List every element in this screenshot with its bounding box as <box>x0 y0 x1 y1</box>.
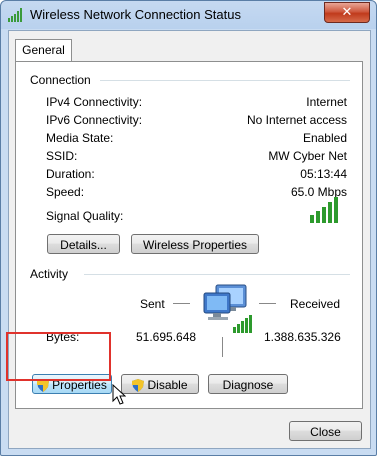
bytes-divider <box>222 337 223 357</box>
media-state-value: Enabled <box>302 131 347 145</box>
sent-connector <box>173 303 190 304</box>
sent-label: Sent <box>140 297 165 311</box>
signal-quality-label: Signal Quality: <box>46 209 124 223</box>
signal-quality-icon <box>310 197 338 223</box>
uac-shield-icon <box>132 379 145 393</box>
wifi-signal-icon <box>8 8 22 22</box>
details-button[interactable]: Details... <box>47 234 120 254</box>
title-bar[interactable]: Wireless Network Connection Status ✕ <box>1 1 376 29</box>
wireless-properties-button[interactable]: Wireless Properties <box>131 234 259 254</box>
highlight-box <box>6 332 111 381</box>
window-title: Wireless Network Connection Status <box>30 7 241 22</box>
received-label: Received <box>290 297 341 311</box>
media-state-label: Media State: <box>46 131 114 145</box>
activity-group-label: Activity <box>30 267 69 281</box>
connection-divider <box>100 80 350 81</box>
duration-label: Duration: <box>46 167 95 181</box>
disable-button-label: Disable <box>147 378 188 392</box>
uac-shield-icon <box>37 379 50 393</box>
mouse-cursor-icon <box>112 384 126 405</box>
diagnose-button[interactable]: Diagnose <box>208 374 288 394</box>
connection-group-label: Connection <box>30 73 91 87</box>
tab-general[interactable]: General <box>15 39 72 62</box>
close-button[interactable]: Close <box>289 421 362 441</box>
ssid-value: MW Cyber Net <box>268 149 347 163</box>
duration-value: 05:13:44 <box>300 167 347 181</box>
received-connector <box>259 303 276 304</box>
ipv4-label: IPv4 Connectivity: <box>46 95 143 109</box>
ssid-label: SSID: <box>46 149 78 163</box>
status-window: Wireless Network Connection Status ✕ Gen… <box>0 0 377 456</box>
ipv6-label: IPv6 Connectivity: <box>46 113 143 127</box>
ipv4-value: Internet <box>306 95 347 109</box>
bytes-sent-value: 51.695.648 <box>136 330 197 344</box>
window-close-button[interactable]: ✕ <box>324 2 370 23</box>
client-area: General Connection IPv4 Connectivity: In… <box>8 30 371 449</box>
disable-button[interactable]: Disable <box>121 374 199 394</box>
activity-divider <box>84 274 350 275</box>
bytes-received-value: 1.388.635.326 <box>264 330 341 344</box>
ipv6-value: No Internet access <box>246 113 347 127</box>
network-computers-icon <box>203 284 252 333</box>
speed-label: Speed: <box>46 185 85 199</box>
